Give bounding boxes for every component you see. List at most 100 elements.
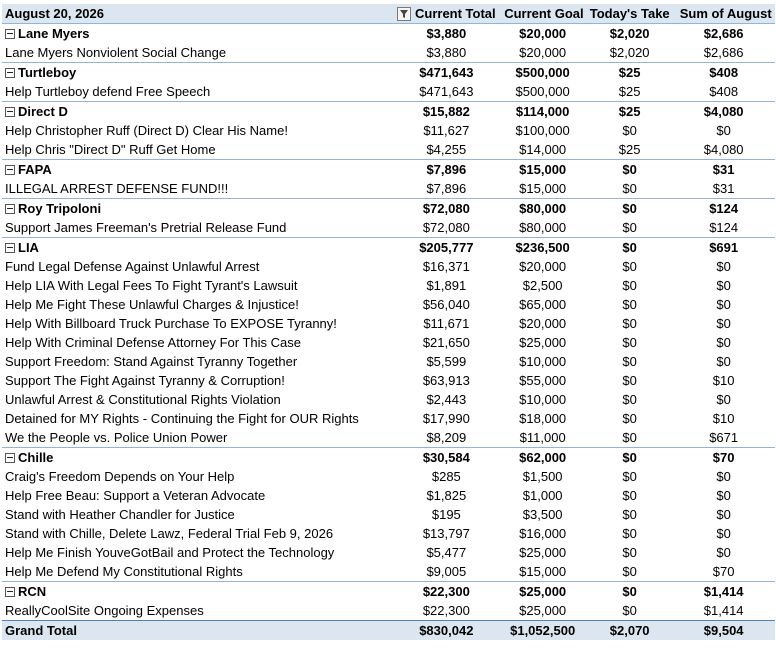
campaign-name[interactable]: Help Me Finish YouveGotBail and Protect …	[2, 543, 394, 562]
collapse-toggle-icon[interactable]	[5, 242, 15, 253]
campaign-sum-of-august: $0	[716, 316, 731, 331]
campaign-current-total: $285	[431, 469, 461, 484]
campaign-name[interactable]: Fund Legal Defense Against Unlawful Arre…	[2, 257, 394, 276]
campaign-sum-of-august: $10	[712, 373, 735, 388]
header-row: August 20, 2026 Current Total Current Go…	[2, 4, 775, 24]
group-current-total: $15,882	[394, 101, 499, 121]
campaign-row: ReallyCoolSite Ongoing Expenses $22,300 $2…	[2, 601, 775, 621]
campaign-name[interactable]: Craig's Freedom Depends on Your Help	[2, 467, 394, 486]
group-name: Direct D	[18, 104, 68, 119]
group-row: LIA $205,777 $236,500 $0 $691	[2, 237, 775, 257]
campaign-current-total: $1,825	[426, 488, 467, 503]
campaign-name[interactable]: Detained for MY Rights - Continuing the …	[2, 409, 394, 428]
campaign-name[interactable]: Help Turtleboy defend Free Speech	[2, 82, 394, 102]
campaign-name[interactable]: We the People vs. Police Union Power	[2, 428, 394, 448]
campaign-row: Stand with Chille, Delete Lawz, Federal …	[2, 524, 775, 543]
campaign-name[interactable]: Help Chris "Direct D" Ruff Get Home	[2, 140, 394, 160]
campaign-current-total: $8,209	[426, 430, 467, 445]
group-label-cell[interactable]: RCN	[2, 581, 394, 601]
campaign-current-goal: $500,000	[515, 84, 570, 99]
campaign-name[interactable]: ReallyCoolSite Ongoing Expenses	[2, 601, 394, 621]
collapse-toggle-icon[interactable]	[5, 203, 15, 214]
campaign-current-goal: $16,000	[519, 526, 567, 541]
campaign-current-goal: $25,000	[519, 335, 567, 350]
campaign-current-goal: $20,000	[519, 259, 567, 274]
todays-take-header[interactable]: Today's Take	[586, 4, 673, 24]
campaign-name[interactable]: Help Me Defend My Constitutional Rights	[2, 562, 394, 582]
campaign-row: Help LIA With Legal Fees To Fight Tyrant…	[2, 276, 775, 295]
campaign-todays-take: $25	[618, 84, 641, 99]
campaign-current-total: $9,005	[426, 564, 467, 579]
group-label-cell[interactable]: Lane Myers	[2, 23, 394, 43]
group-current-total: $7,896	[394, 159, 499, 179]
campaign-name[interactable]: Help LIA With Legal Fees To Fight Tyrant…	[2, 276, 394, 295]
group-current-goal: $15,000	[498, 159, 587, 179]
campaign-current-total: $195	[431, 507, 461, 522]
campaign-name[interactable]: Stand with Heather Chandler for Justice	[2, 505, 394, 524]
group-label-cell[interactable]: FAPA	[2, 159, 394, 179]
group-todays-take: $2,020	[586, 23, 673, 43]
campaign-todays-take: $0	[622, 392, 637, 407]
collapse-toggle-icon[interactable]	[5, 164, 15, 175]
campaign-todays-take: $0	[622, 297, 637, 312]
campaign-name[interactable]: Help Free Beau: Support a Veteran Advoca…	[2, 486, 394, 505]
campaign-todays-take: $0	[622, 316, 637, 331]
campaign-name[interactable]: Stand with Chille, Delete Lawz, Federal …	[2, 524, 394, 543]
campaign-name[interactable]: Support James Freeman's Pretrial Release…	[2, 218, 394, 238]
group-label-cell[interactable]: Turtleboy	[2, 62, 394, 82]
campaign-current-total: $5,599	[426, 354, 467, 369]
campaign-name[interactable]: Help With Billboard Truck Purchase To EX…	[2, 314, 394, 333]
campaign-name[interactable]: ILLEGAL ARREST DEFENSE FUND!!!	[2, 179, 394, 199]
campaign-row: Help Free Beau: Support a Veteran Advoca…	[2, 486, 775, 505]
group-name: RCN	[18, 584, 47, 599]
group-row: Turtleboy $471,643 $500,000 $25 $408	[2, 62, 775, 82]
group-sum-of-august: $4,080	[672, 101, 775, 121]
campaign-current-total: $63,913	[422, 373, 470, 388]
campaign-current-goal: $2,500	[522, 278, 563, 293]
group-label-cell[interactable]: Roy Tripoloni	[2, 198, 394, 218]
filter-dropdown-icon[interactable]	[397, 6, 411, 21]
campaign-todays-take: $0	[622, 354, 637, 369]
campaign-current-total: $4,255	[426, 142, 467, 157]
campaign-current-total: $17,990	[422, 411, 470, 426]
campaign-name[interactable]: Help Christopher Ruff (Direct D) Clear H…	[2, 121, 394, 140]
sum-of-august-header[interactable]: Sum of August	[672, 4, 775, 24]
current-goal-header[interactable]: Current Goal	[498, 4, 587, 24]
group-label-cell[interactable]: Chille	[2, 447, 394, 467]
group-sum-of-august: $31	[672, 159, 775, 179]
current-total-header[interactable]: Current Total	[394, 4, 499, 24]
collapse-toggle-icon[interactable]	[5, 586, 15, 597]
group-sum-of-august: $1,414	[672, 581, 775, 601]
campaign-name[interactable]: Unlawful Arrest & Constitutional Rights …	[2, 390, 394, 409]
group-name: LIA	[18, 240, 39, 255]
group-label-cell[interactable]: LIA	[2, 237, 394, 257]
campaign-todays-take: $0	[622, 181, 637, 196]
collapse-toggle-icon[interactable]	[5, 452, 15, 463]
grand-total-current-total: $830,042	[394, 620, 499, 640]
campaign-name[interactable]: Help With Criminal Defense Attorney For …	[2, 333, 394, 352]
campaign-sum-of-august: $1,414	[703, 603, 744, 618]
campaign-current-goal: $80,000	[519, 220, 567, 235]
campaign-name[interactable]: Support Freedom: Stand Against Tyranny T…	[2, 352, 394, 371]
group-todays-take: $0	[586, 198, 673, 218]
campaign-todays-take: $0	[622, 335, 637, 350]
campaign-name[interactable]: Support The Fight Against Tyranny & Corr…	[2, 371, 394, 390]
campaign-row: Help Turtleboy defend Free Speech $471,64…	[2, 82, 775, 102]
group-label-cell[interactable]: Direct D	[2, 101, 394, 121]
campaign-row: Fund Legal Defense Against Unlawful Arre…	[2, 257, 775, 276]
collapse-toggle-icon[interactable]	[5, 106, 15, 117]
campaign-name[interactable]: Help Me Fight These Unlawful Charges & I…	[2, 295, 394, 314]
campaign-row: Unlawful Arrest & Constitutional Rights …	[2, 390, 775, 409]
campaign-current-total: $56,040	[422, 297, 470, 312]
collapse-toggle-icon[interactable]	[5, 28, 15, 39]
campaign-todays-take: $0	[622, 123, 637, 138]
group-current-goal: $20,000	[498, 23, 587, 43]
collapse-toggle-icon[interactable]	[5, 67, 15, 78]
campaign-sum-of-august: $0	[716, 354, 731, 369]
group-row: Chille $30,584 $62,000 $0 $70	[2, 447, 775, 467]
campaign-name[interactable]: Lane Myers Nonviolent Social Change	[2, 43, 394, 63]
campaign-sum-of-august: $408	[709, 84, 739, 99]
campaign-current-goal: $55,000	[519, 373, 567, 388]
group-row: Direct D $15,882 $114,000 $25 $4,080	[2, 101, 775, 121]
campaign-current-total: $3,880	[426, 45, 467, 60]
